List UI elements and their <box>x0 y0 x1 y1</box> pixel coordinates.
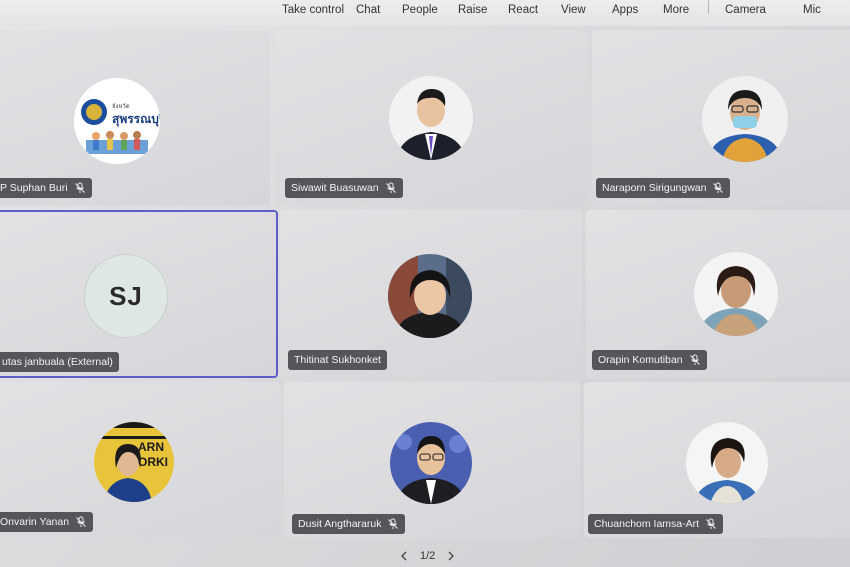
participant-name-tag: Orapin Komutiban <box>592 350 707 370</box>
participant-name-tag: P Suphan Buri <box>0 178 92 198</box>
person-photo-icon <box>389 76 473 160</box>
participant-name-tag: utas janbuala (External) <box>0 352 119 372</box>
participant-tile-2[interactable]: Naraporn Sirigungwan <box>592 30 850 206</box>
participant-name-tag: Chuanchom Iamsa-Art <box>588 514 724 534</box>
mic-off-icon <box>385 182 396 193</box>
backdrop-sign-text: ARN ORKI <box>138 440 168 469</box>
participant-name: Orapin Komutiban <box>598 354 683 366</box>
participant-name: Siwawit Buasuwan <box>291 182 379 194</box>
toolbar-divider <box>708 0 709 14</box>
page-indicator: 1/2 <box>420 550 436 562</box>
participant-name: Onvarin Yanan <box>0 516 70 528</box>
react-button[interactable]: React <box>508 4 538 20</box>
meeting-toolbar: Take control Chat People Raise React Vie… <box>0 0 850 26</box>
participant-name-tag: Dusit Angthararuk <box>292 514 406 534</box>
chat-button[interactable]: Chat <box>356 4 380 20</box>
initials-avatar: SJ <box>84 254 168 338</box>
participant-name: Chuanchom Iamsa-Art <box>594 518 700 530</box>
mic-off-icon <box>689 354 700 365</box>
participant-name-tag: Siwawit Buasuwan <box>285 178 403 198</box>
people-button[interactable]: People <box>402 4 438 20</box>
mic-off-icon <box>713 182 724 193</box>
participant-tile-1[interactable]: Siwawit Buasuwan <box>275 30 587 206</box>
mic-off-icon <box>706 518 716 529</box>
participant-tile-7[interactable]: Dusit Angthararuk <box>284 382 580 538</box>
person-photo-icon <box>686 422 768 504</box>
person-photo-icon <box>388 254 472 338</box>
take-control-button[interactable]: Take control <box>282 4 344 20</box>
more-button[interactable]: More <box>663 4 689 20</box>
mic-button[interactable]: Mic <box>803 4 821 20</box>
participant-name: Thitinat Sukhonket <box>294 354 381 366</box>
participant-avatar <box>389 76 473 160</box>
gallery-pager: 1/2 <box>400 548 455 564</box>
org-logo-avatar: จังหวัด สุพรรณบุรี <box>74 78 160 164</box>
participant-name: utas janbuala (External) <box>2 356 113 368</box>
participant-avatar <box>694 252 778 336</box>
participant-avatar: ARN ORKI <box>94 422 174 502</box>
participant-tile-4[interactable]: Thitinat Sukhonket <box>280 210 582 378</box>
participant-name-tag: Onvarin Yanan <box>0 512 94 532</box>
mic-off-icon <box>388 518 399 529</box>
participant-name-tag: Naraporn Sirigungwan <box>596 178 731 198</box>
participant-name-tag: Thitinat Sukhonket <box>288 350 387 370</box>
participant-avatar <box>686 422 768 504</box>
participant-tile-5[interactable]: Orapin Komutiban <box>586 210 850 378</box>
view-button[interactable]: View <box>561 4 586 20</box>
person-photo-icon <box>694 252 778 336</box>
mic-off-icon <box>76 516 86 527</box>
participant-name: Naraporn Sirigungwan <box>602 182 707 194</box>
chevron-left-icon[interactable] <box>400 551 408 561</box>
person-photo-icon <box>390 422 472 504</box>
person-photo-icon <box>702 76 788 162</box>
camera-button[interactable]: Camera <box>725 4 766 20</box>
participant-avatar <box>702 76 788 162</box>
participant-name: Dusit Angthararuk <box>298 518 382 530</box>
participant-tile-3-active-speaker[interactable]: SJ utas janbuala (External) <box>0 210 278 378</box>
chevron-right-icon[interactable] <box>447 551 455 561</box>
logo-title-text: สุพรรณบุรี <box>112 112 160 126</box>
participant-avatar <box>388 254 472 338</box>
participant-tile-8[interactable]: Chuanchom Iamsa-Art <box>584 382 850 538</box>
participant-name: P Suphan Buri <box>0 182 68 194</box>
participant-avatar <box>390 422 472 504</box>
participant-tile-6[interactable]: ARN ORKI Onvarin Yanan <box>0 382 280 538</box>
raise-hand-button[interactable]: Raise <box>458 4 487 20</box>
participant-tile-0[interactable]: จังหวัด สุพรรณบุรี P Suphan Buri <box>0 30 270 206</box>
mic-off-icon <box>74 182 85 193</box>
apps-button[interactable]: Apps <box>612 4 638 20</box>
